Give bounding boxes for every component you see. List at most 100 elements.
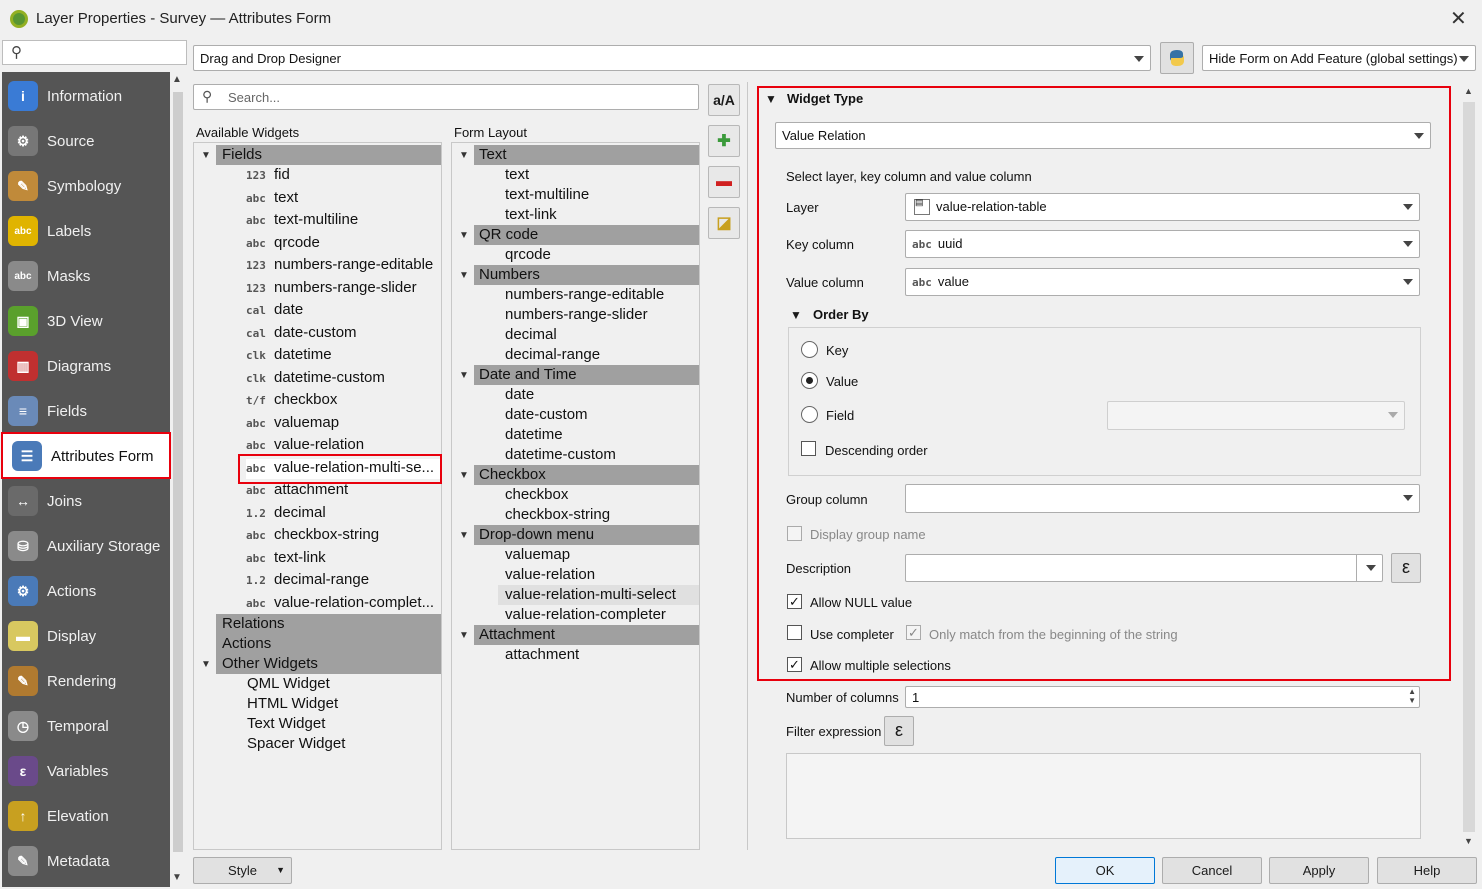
layout-field-row[interactable]: date-custom: [498, 405, 699, 425]
layout-field-row[interactable]: decimal-range: [498, 345, 699, 365]
expand-triangle-icon[interactable]: ▼: [459, 150, 469, 161]
sidebar-item-labels[interactable]: abc Labels: [2, 209, 170, 254]
order-field-select[interactable]: [1107, 401, 1405, 430]
other-widget-row[interactable]: Spacer Widget: [247, 735, 437, 755]
available-field-row[interactable]: 123 fid: [246, 166, 441, 186]
available-field-row[interactable]: clk datetime: [246, 346, 441, 366]
sidebar-item-auxiliary-storage[interactable]: ⛁ Auxiliary Storage: [2, 524, 170, 569]
tree-group-actions[interactable]: Actions: [216, 634, 441, 654]
expand-triangle-icon[interactable]: ▼: [459, 630, 469, 641]
apply-button[interactable]: Apply: [1269, 857, 1369, 884]
help-button[interactable]: Help: [1377, 857, 1477, 884]
layout-field-row[interactable]: date: [498, 385, 699, 405]
layout-field-row[interactable]: attachment: [498, 645, 699, 665]
available-field-row[interactable]: 123 numbers-range-slider: [246, 279, 441, 299]
tree-group-relations[interactable]: Relations: [216, 614, 441, 634]
other-widget-row[interactable]: Text Widget: [247, 715, 437, 735]
layout-group-row[interactable]: Checkbox: [474, 465, 699, 485]
filter-expression-button[interactable]: ε: [884, 716, 914, 746]
close-icon[interactable]: ✕: [1450, 6, 1467, 31]
display-group-name-checkbox[interactable]: [787, 526, 802, 541]
layout-field-row[interactable]: value-relation: [498, 565, 699, 585]
layout-field-row[interactable]: text: [498, 165, 699, 185]
sidebar-item-joins[interactable]: ↔ Joins: [2, 479, 170, 524]
add-container-button[interactable]: ✚: [708, 125, 740, 157]
sidebar-item-fields[interactable]: ≡ Fields: [2, 389, 170, 434]
collapse-triangle-icon[interactable]: ▼: [765, 92, 777, 106]
expand-triangle-icon[interactable]: ▼: [459, 370, 469, 381]
sidebar-item-symbology[interactable]: ✎ Symbology: [2, 164, 170, 209]
allow-multiple-checkbox[interactable]: ✓: [787, 657, 802, 672]
layout-group-row[interactable]: QR code: [474, 225, 699, 245]
layout-group-row[interactable]: Numbers: [474, 265, 699, 285]
sidebar-item-rendering[interactable]: ✎ Rendering: [2, 659, 170, 704]
use-completer-checkbox[interactable]: [787, 625, 802, 640]
number-of-columns-spinbox[interactable]: 1 ▲ ▼: [905, 686, 1420, 708]
order-value-radio[interactable]: [801, 372, 818, 389]
available-field-row[interactable]: abc attachment: [246, 481, 441, 501]
sidebar-item-metadata[interactable]: ✎ Metadata: [2, 839, 170, 884]
scroll-up-icon[interactable]: ▲: [1464, 86, 1473, 96]
collapse-triangle-icon[interactable]: ▼: [790, 308, 802, 322]
available-field-row[interactable]: abc value-relation: [246, 436, 441, 456]
layer-select[interactable]: ▤ value-relation-table: [905, 193, 1420, 221]
sidebar-item-source[interactable]: ⚙ Source: [2, 119, 170, 164]
sidebar-item-masks[interactable]: abc Masks: [2, 254, 170, 299]
descending-order-checkbox[interactable]: [801, 441, 816, 456]
spin-arrows-icon[interactable]: ▲ ▼: [1408, 687, 1416, 705]
available-field-row[interactable]: abc text-link: [246, 549, 441, 569]
expand-triangle-icon[interactable]: ▼: [459, 270, 469, 281]
sidebar-search-input[interactable]: ⚲: [2, 40, 187, 65]
key-column-select[interactable]: abc uuid: [905, 230, 1420, 258]
layout-field-row[interactable]: checkbox: [498, 485, 699, 505]
layout-field-row[interactable]: decimal: [498, 325, 699, 345]
sidebar-item-actions[interactable]: ⚙ Actions: [2, 569, 170, 614]
order-key-radio[interactable]: [801, 341, 818, 358]
python-init-button[interactable]: [1160, 42, 1194, 74]
only-match-checkbox[interactable]: ✓: [906, 625, 921, 640]
allow-null-checkbox[interactable]: ✓: [787, 594, 802, 609]
sidebar-item-diagrams[interactable]: ▥ Diagrams: [2, 344, 170, 389]
available-field-row[interactable]: 1.2 decimal: [246, 504, 441, 524]
available-field-row[interactable]: t/f checkbox: [246, 391, 441, 411]
config-scrollbar[interactable]: ▲ ▼: [1461, 84, 1477, 849]
layout-field-row[interactable]: text-multiline: [498, 185, 699, 205]
available-field-row[interactable]: clk datetime-custom: [246, 369, 441, 389]
cancel-button[interactable]: Cancel: [1162, 857, 1262, 884]
sidebar-item-temporal[interactable]: ◷ Temporal: [2, 704, 170, 749]
scrollbar-thumb[interactable]: [173, 92, 183, 852]
available-field-row[interactable]: abc checkbox-string: [246, 526, 441, 546]
available-field-row[interactable]: cal date-custom: [246, 324, 441, 344]
sidebar-item-3d-view[interactable]: ▣ 3D View: [2, 299, 170, 344]
scrollbar-thumb[interactable]: [1463, 102, 1475, 832]
scroll-down-icon[interactable]: ▼: [1464, 836, 1473, 846]
other-widget-row[interactable]: HTML Widget: [247, 695, 437, 715]
layout-group-row[interactable]: Drop-down menu: [474, 525, 699, 545]
expand-triangle-icon[interactable]: ▼: [459, 230, 469, 241]
hide-form-select[interactable]: Hide Form on Add Feature (global setting…: [1202, 45, 1476, 71]
layout-field-row[interactable]: datetime-custom: [498, 445, 699, 465]
tree-group-other-widgets[interactable]: Other Widgets: [216, 654, 441, 674]
remove-button[interactable]: ▬: [708, 166, 740, 198]
sidebar-item-variables[interactable]: ε Variables: [2, 749, 170, 794]
sidebar-item-attributes-form[interactable]: ☰ Attributes Form: [2, 434, 170, 479]
available-field-row[interactable]: abc text: [246, 189, 441, 209]
layout-field-row[interactable]: checkbox-string: [498, 505, 699, 525]
group-column-select[interactable]: [905, 484, 1420, 513]
scroll-down-icon[interactable]: ▼: [172, 872, 182, 883]
widget-search-input[interactable]: ⚲ Search...: [193, 84, 699, 110]
description-expression-button[interactable]: ε: [1391, 553, 1421, 583]
layout-field-row[interactable]: text-link: [498, 205, 699, 225]
designer-mode-select[interactable]: Drag and Drop Designer: [193, 45, 1151, 71]
layout-field-row[interactable]: valuemap: [498, 545, 699, 565]
sidebar-item-display[interactable]: ▬ Display: [2, 614, 170, 659]
widget-type-select[interactable]: Value Relation: [775, 122, 1431, 149]
layout-group-row[interactable]: Date and Time: [474, 365, 699, 385]
layout-field-row[interactable]: value-relation-completer: [498, 605, 699, 625]
filter-expression-editor[interactable]: [786, 753, 1421, 839]
sidebar-item-elevation[interactable]: ↑ Elevation: [2, 794, 170, 839]
other-widget-row[interactable]: QML Widget: [247, 675, 437, 695]
sidebar-item-information[interactable]: i Information: [2, 74, 170, 119]
layout-group-row[interactable]: Text: [474, 145, 699, 165]
layout-field-row[interactable]: numbers-range-slider: [498, 305, 699, 325]
